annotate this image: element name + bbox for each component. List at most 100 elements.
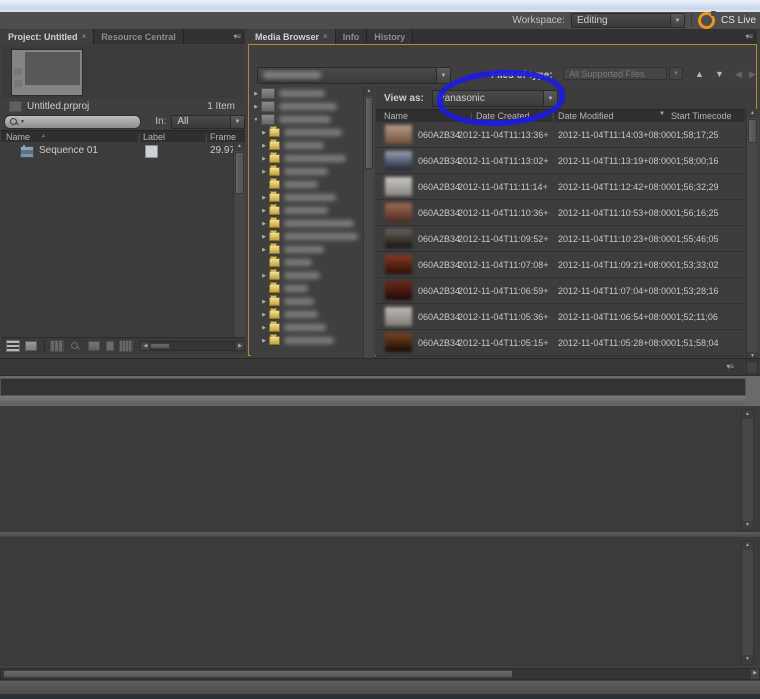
collapsed-arrow-icon[interactable]: ▶ bbox=[259, 234, 269, 240]
tree-item-folder[interactable]: ▶ bbox=[251, 217, 375, 230]
search-in-dropdown[interactable]: All ▼ bbox=[171, 115, 245, 129]
column-frame-rate[interactable]: Frame Rate bbox=[210, 132, 236, 142]
collapsed-arrow-icon[interactable]: ▶ bbox=[259, 208, 269, 214]
tree-item-folder[interactable]: ▶ bbox=[251, 243, 375, 256]
tab-resource-central[interactable]: Resource Central bbox=[94, 29, 184, 44]
tree-item-folder[interactable]: ▶ bbox=[251, 230, 375, 243]
forward-icon[interactable]: ▶ bbox=[749, 69, 756, 80]
collapsed-arrow-icon[interactable]: ▶ bbox=[259, 273, 269, 279]
table-row[interactable]: 060A2B342012-11-04T11:13:02+2012-11-04T1… bbox=[376, 148, 745, 174]
scroll-up-icon[interactable]: ▲ bbox=[234, 142, 245, 151]
tree-item-folder[interactable]: ▶ bbox=[251, 126, 375, 139]
new-bin-icon[interactable] bbox=[88, 341, 100, 351]
video-tracks-vscrollbar[interactable]: ▲ ▼ bbox=[741, 409, 754, 531]
chevron-down-icon[interactable]: ▼ bbox=[20, 119, 25, 125]
chevron-down-icon[interactable]: ▼ bbox=[669, 67, 683, 80]
table-row[interactable]: 060A2B342012-11-04T11:13:36+2012-11-04T1… bbox=[376, 122, 745, 148]
tree-item-drive[interactable]: ▼ bbox=[251, 113, 375, 126]
table-row-sequence[interactable]: Sequence 01 29.97 fps bbox=[1, 144, 233, 158]
scroll-down-icon[interactable]: ▼ bbox=[742, 521, 753, 530]
collapsed-arrow-icon[interactable]: ▶ bbox=[259, 247, 269, 253]
media-list-vscrollbar[interactable]: ▲ ▼ bbox=[746, 109, 758, 361]
scroll-up-icon[interactable]: ▲ bbox=[747, 109, 758, 118]
scroll-left-icon[interactable]: ◀ bbox=[141, 342, 149, 350]
tree-vscrollbar[interactable]: ▲ ▼ bbox=[363, 87, 374, 370]
tree-item-folder[interactable]: ▶ bbox=[251, 321, 375, 334]
table-row[interactable]: 060A2B342012-11-04T11:10:36+2012-11-04T1… bbox=[376, 200, 745, 226]
table-row[interactable]: 060A2B342012-11-04T11:05:15+2012-11-04T1… bbox=[376, 330, 745, 356]
close-icon[interactable]: × bbox=[323, 32, 328, 41]
collapsed-arrow-icon[interactable]: ▶ bbox=[259, 325, 269, 331]
chevron-down-icon[interactable]: ▼ bbox=[230, 116, 244, 128]
chevron-down-icon[interactable]: ▼ bbox=[670, 14, 684, 27]
tree-item-folder[interactable] bbox=[251, 282, 375, 295]
label-color-swatch[interactable] bbox=[145, 145, 158, 158]
tab-info[interactable]: Info bbox=[336, 29, 368, 44]
expanded-arrow-icon[interactable]: ▼ bbox=[251, 117, 261, 123]
collapsed-arrow-icon[interactable]: ▶ bbox=[259, 169, 269, 175]
current-folder-dropdown[interactable]: ▼ bbox=[257, 67, 451, 84]
audio-tracks-vscrollbar[interactable]: ▲ ▼ bbox=[741, 540, 754, 665]
tree-item-folder[interactable] bbox=[251, 178, 375, 191]
table-row[interactable]: 060A2B342012-11-04T11:07:08+2012-11-04T1… bbox=[376, 252, 745, 278]
workspace-dropdown[interactable]: Editing ▼ bbox=[571, 13, 685, 28]
automate-to-sequence-icon[interactable] bbox=[51, 341, 63, 351]
tree-item-folder[interactable]: ▶ bbox=[251, 152, 375, 165]
tree-item-folder[interactable]: ▶ bbox=[251, 269, 375, 282]
table-row[interactable]: 060A2B342012-11-04T11:11:14+2012-11-04T1… bbox=[376, 174, 745, 200]
panel-menu-icon[interactable]: ▾≡ bbox=[740, 29, 757, 44]
column-date-modified[interactable]: Date Modified bbox=[558, 111, 614, 121]
files-of-type-dropdown[interactable]: All Supported Files bbox=[563, 67, 667, 80]
close-icon[interactable]: × bbox=[82, 32, 87, 41]
tree-item-folder[interactable] bbox=[251, 256, 375, 269]
tree-item-drive[interactable]: ▶ bbox=[251, 87, 375, 100]
scroll-down-icon[interactable]: ▼ bbox=[742, 655, 753, 664]
back-icon[interactable]: ◀ bbox=[735, 69, 742, 80]
cs-live-label[interactable]: CS Live bbox=[721, 15, 756, 26]
collapsed-arrow-icon[interactable]: ▶ bbox=[251, 91, 261, 97]
panel-menu-icon[interactable]: ▾≡ bbox=[228, 29, 245, 44]
tree-item-folder[interactable]: ▶ bbox=[251, 191, 375, 204]
chevron-down-icon[interactable]: ▼ bbox=[436, 68, 450, 83]
collapsed-arrow-icon[interactable]: ▶ bbox=[259, 312, 269, 318]
column-label[interactable]: Label bbox=[143, 132, 165, 142]
scroll-up-icon[interactable]: ▲ bbox=[742, 541, 753, 550]
collapsed-arrow-icon[interactable]: ▶ bbox=[251, 104, 261, 110]
scroll-up-icon[interactable]: ▲ bbox=[742, 410, 753, 419]
new-item-icon[interactable] bbox=[106, 341, 115, 351]
tree-item-folder[interactable]: ▶ bbox=[251, 295, 375, 308]
scroll-right-icon[interactable]: ▶ bbox=[236, 342, 244, 350]
timeline-hscrollbar[interactable]: ▶ bbox=[0, 668, 760, 680]
clear-icon[interactable] bbox=[120, 341, 132, 351]
find-icon[interactable] bbox=[69, 341, 81, 351]
collapsed-arrow-icon[interactable]: ▶ bbox=[259, 299, 269, 305]
collapsed-arrow-icon[interactable]: ▶ bbox=[259, 156, 269, 162]
panel-menu-icon[interactable]: ▾≡ bbox=[721, 362, 738, 371]
panel-corner-button[interactable] bbox=[746, 361, 758, 374]
column-name[interactable]: Name bbox=[6, 132, 30, 142]
tab-project-untitled[interactable]: Project: Untitled × bbox=[1, 29, 94, 44]
collapsed-arrow-icon[interactable]: ▶ bbox=[259, 130, 269, 136]
down-directory-icon[interactable]: ▼ bbox=[715, 69, 724, 79]
tree-item-folder[interactable]: ▶ bbox=[251, 139, 375, 152]
tab-media-browser[interactable]: Media Browser × bbox=[248, 29, 336, 44]
search-input[interactable]: ▼ bbox=[4, 115, 141, 129]
table-row[interactable]: 060A2B342012-11-04T11:09:52+2012-11-04T1… bbox=[376, 226, 745, 252]
collapsed-arrow-icon[interactable]: ▶ bbox=[259, 143, 269, 149]
list-view-icon[interactable] bbox=[7, 341, 19, 351]
collapsed-arrow-icon[interactable]: ▶ bbox=[259, 338, 269, 344]
column-start-timecode[interactable]: Start Timecode bbox=[671, 111, 732, 121]
sort-desc-icon[interactable]: ▼ bbox=[659, 111, 665, 117]
tree-item-drive[interactable]: ▶ bbox=[251, 100, 375, 113]
table-row[interactable]: 060A2B342012-11-04T11:06:59+2012-11-04T1… bbox=[376, 278, 745, 304]
tab-history[interactable]: History bbox=[367, 29, 413, 44]
collapsed-arrow-icon[interactable]: ▶ bbox=[259, 195, 269, 201]
collapsed-arrow-icon[interactable]: ▶ bbox=[259, 221, 269, 227]
up-directory-icon[interactable]: ▲ bbox=[695, 69, 704, 79]
column-name[interactable]: Name bbox=[384, 111, 408, 121]
table-row[interactable]: 060A2B342012-11-04T11:05:36+2012-11-04T1… bbox=[376, 304, 745, 330]
project-list-vscrollbar[interactable]: ▲ bbox=[233, 142, 245, 337]
project-hscrollbar[interactable]: ◀ ▶ bbox=[140, 341, 245, 351]
tree-item-folder[interactable]: ▶ bbox=[251, 204, 375, 217]
tree-item-folder[interactable]: ▶ bbox=[251, 308, 375, 321]
